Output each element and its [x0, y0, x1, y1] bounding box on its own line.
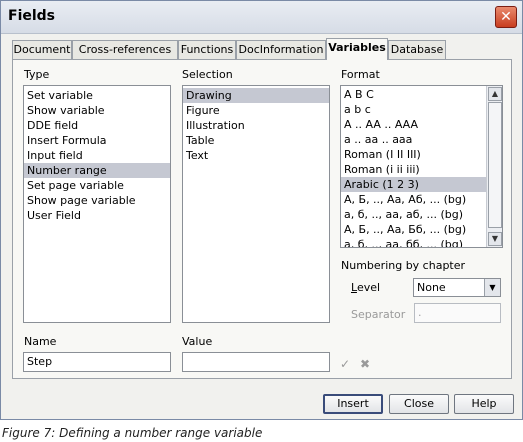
- type-list[interactable]: Set variable Show variable DDE field Insert…: [23, 85, 171, 323]
- type-list-item[interactable]: Number range: [24, 163, 170, 178]
- tab-cross-references[interactable]: Cross-references: [72, 40, 178, 59]
- tab-functions[interactable]: Functions: [178, 40, 236, 59]
- help-button[interactable]: Help: [454, 394, 514, 414]
- scroll-up-icon[interactable]: ▲: [488, 87, 502, 101]
- format-list-item[interactable]: A B C: [341, 87, 486, 102]
- type-list-item[interactable]: DDE field: [24, 118, 170, 133]
- selection-list-item[interactable]: Text: [183, 148, 329, 163]
- format-list-item[interactable]: A .. AA .. AAA: [341, 117, 486, 132]
- variables-panel: Type Set variable Show variable DDE field I…: [12, 59, 512, 379]
- level-value: None: [417, 281, 446, 294]
- type-list-item[interactable]: Set variable: [24, 88, 170, 103]
- value-field[interactable]: [182, 352, 330, 372]
- scroll-thumb[interactable]: [488, 102, 502, 228]
- format-list-item[interactable]: Roman (i ii iii): [341, 162, 486, 177]
- format-list[interactable]: A B Ca b cA .. AA .. AAA a .. aa .. aaa Ro…: [340, 85, 503, 248]
- close-window-icon[interactable]: ✕: [495, 6, 517, 28]
- value-label: Value: [182, 335, 213, 348]
- selection-list-item[interactable]: Table: [183, 133, 329, 148]
- insert-button[interactable]: Insert: [323, 394, 383, 414]
- format-list-item[interactable]: a, б, .., aa, аб, ... (bg): [341, 207, 486, 222]
- type-list-item[interactable]: User Field: [24, 208, 170, 223]
- delete-icon[interactable]: ✖: [360, 357, 370, 371]
- selection-list[interactable]: Drawing Figure Illustration Table Text: [182, 85, 330, 323]
- name-field[interactable]: Step: [23, 352, 171, 372]
- tab-variables[interactable]: Variables: [326, 38, 388, 60]
- type-list-item[interactable]: Input field: [24, 148, 170, 163]
- type-list-item[interactable]: Insert Formula: [24, 133, 170, 148]
- fields-dialog: Fields ✕ Document Cross-references Funct…: [0, 0, 523, 420]
- format-label: Format: [341, 68, 380, 81]
- scroll-down-icon[interactable]: ▼: [488, 232, 502, 246]
- format-list-item[interactable]: A, Б, .., Aa, Бб, ... (bg): [341, 222, 486, 237]
- title-bar: Fields ✕: [1, 1, 522, 34]
- chevron-down-icon[interactable]: ▼: [484, 279, 500, 296]
- format-list-item[interactable]: Arabic (1 2 3): [341, 177, 486, 192]
- type-list-item[interactable]: Show page variable: [24, 193, 170, 208]
- type-list-item[interactable]: Set page variable: [24, 178, 170, 193]
- apply-icon[interactable]: ✓: [340, 357, 350, 371]
- format-list-item[interactable]: A, Б, .., Aa, Аб, ... (bg): [341, 192, 486, 207]
- name-label: Name: [24, 335, 57, 348]
- level-label-text: evel: [356, 281, 381, 294]
- type-label: Type: [24, 68, 50, 81]
- tab-document[interactable]: Document: [12, 40, 72, 59]
- tab-docinformation[interactable]: DocInformation: [236, 40, 326, 59]
- format-scrollbar[interactable]: ▲ ▼: [486, 86, 502, 247]
- level-label: Level: [351, 281, 381, 294]
- type-list-item[interactable]: Show variable: [24, 103, 170, 118]
- separator-field[interactable]: .: [414, 303, 501, 323]
- selection-list-item[interactable]: Drawing: [183, 88, 329, 103]
- separator-label: Separator: [351, 308, 406, 321]
- figure-caption: Figure 7: Defining a number range variab…: [2, 426, 263, 440]
- close-button[interactable]: Close: [389, 394, 449, 414]
- format-list-item[interactable]: a, б, .., aa, бб, ... (bg): [341, 237, 486, 247]
- format-list-item[interactable]: a .. aa .. aaa: [341, 132, 486, 147]
- format-list-item[interactable]: a b c: [341, 102, 486, 117]
- numbering-by-chapter-label: Numbering by chapter: [341, 259, 466, 272]
- dialog-title: Fields: [8, 8, 56, 24]
- selection-label: Selection: [182, 68, 233, 81]
- level-select[interactable]: None ▼: [413, 278, 501, 297]
- selection-list-item[interactable]: Figure: [183, 103, 329, 118]
- tab-database[interactable]: Database: [388, 40, 446, 59]
- selection-list-item[interactable]: Illustration: [183, 118, 329, 133]
- format-list-item[interactable]: Roman (I II III): [341, 147, 486, 162]
